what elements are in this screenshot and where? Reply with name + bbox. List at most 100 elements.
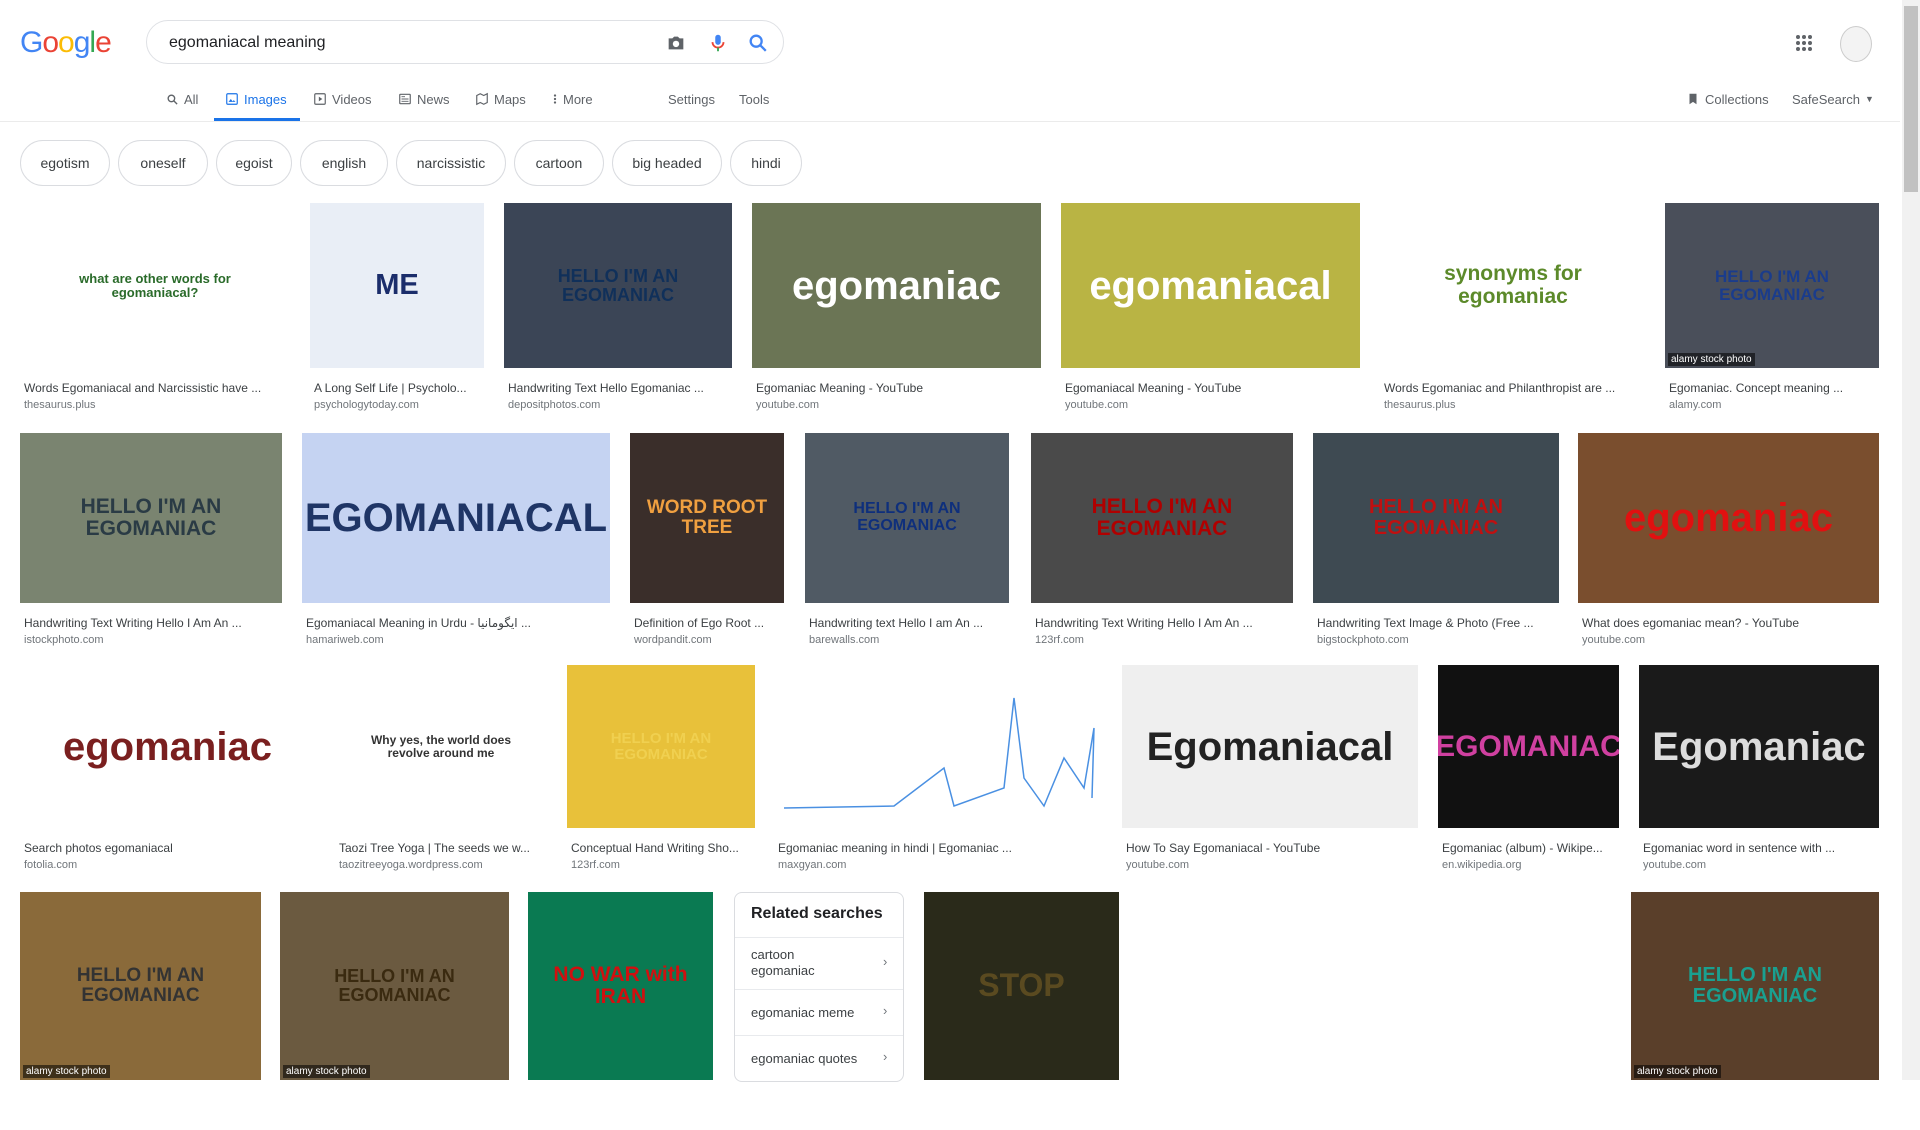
search-icon[interactable] xyxy=(747,32,769,54)
result-thumbnail[interactable]: Why yes, the world does revolve around m… xyxy=(335,665,547,828)
chip-cartoon[interactable]: cartoon xyxy=(514,140,604,186)
result-thumbnail[interactable]: HELLO I'M AN EGOMANIAC xyxy=(504,203,732,368)
scrollbar-thumb[interactable] xyxy=(1904,6,1918,192)
result-title[interactable]: How To Say Egomaniacal - YouTube xyxy=(1126,841,1414,855)
result-source[interactable]: istockphoto.com xyxy=(24,634,103,646)
image-result[interactable]: synonyms for egomaniac Words Egomaniac an… xyxy=(1380,203,1646,418)
result-source[interactable]: youtube.com xyxy=(1643,859,1706,871)
result-source[interactable]: en.wikipedia.org xyxy=(1442,859,1522,871)
image-result[interactable]: HELLO I'M AN EGOMANIAC Handwriting Text H… xyxy=(504,203,732,418)
image-result[interactable]: HELLO I'M AN EGOMANIAC Conceptual Hand Wr… xyxy=(567,665,755,878)
google-logo[interactable]: Google xyxy=(20,26,112,60)
result-source[interactable]: 123rf.com xyxy=(1035,634,1084,646)
result-thumbnail[interactable]: HELLO I'M AN EGOMANIAC alamy stock photo xyxy=(280,892,509,1080)
account-avatar[interactable] xyxy=(1840,26,1872,62)
chip-narcissistic[interactable]: narcissistic xyxy=(396,140,506,186)
chip-hindi[interactable]: hindi xyxy=(730,140,802,186)
tab-all[interactable]: All xyxy=(166,90,198,108)
image-result[interactable]: STOP xyxy=(924,892,1119,1130)
related-item[interactable]: cartoon egomaniac › xyxy=(735,937,903,989)
image-result[interactable]: ME A Long Self Life | Psycholo... psycholo… xyxy=(310,203,484,418)
result-thumbnail[interactable]: synonyms for egomaniac xyxy=(1380,203,1646,368)
related-item[interactable]: egomaniac quotes › xyxy=(735,1035,903,1081)
result-source[interactable]: barewalls.com xyxy=(809,634,879,646)
result-thumbnail[interactable]: HELLO I'M AN EGOMANIAC xyxy=(567,665,755,828)
result-title[interactable]: Taozi Tree Yoga | The seeds we w... xyxy=(339,841,543,855)
result-title[interactable]: Definition of Ego Root ... xyxy=(634,616,780,630)
microphone-icon[interactable] xyxy=(707,32,729,54)
image-result[interactable] xyxy=(1353,892,1613,1130)
result-source[interactable]: bigstockphoto.com xyxy=(1317,634,1409,646)
image-result[interactable]: EGOMANIAC Egomaniac (album) - Wikipe... en… xyxy=(1438,665,1619,878)
search-box[interactable] xyxy=(146,20,784,64)
tab-tools[interactable]: Tools xyxy=(739,90,769,108)
tab-videos[interactable]: Videos xyxy=(313,90,372,108)
result-title[interactable]: Words Egomaniacal and Narcissistic have … xyxy=(24,381,286,395)
result-title[interactable]: Egomaniac. Concept meaning ... xyxy=(1669,381,1875,395)
result-thumbnail[interactable]: what are other words for egomaniacal? xyxy=(20,203,290,368)
image-result[interactable]: WORD ROOT TREE Definition of Ego Root ...… xyxy=(630,433,784,653)
result-thumbnail[interactable]: EGOMANIAC xyxy=(1438,665,1619,828)
result-source[interactable]: taozitreeyoga.wordpress.com xyxy=(339,859,483,871)
result-thumbnail[interactable]: egomaniacal xyxy=(1061,203,1360,368)
image-result[interactable]: Egomaniac Egomaniac word in sentence with… xyxy=(1639,665,1879,878)
chip-egotism[interactable]: egotism xyxy=(20,140,110,186)
image-result[interactable]: egomaniac What does egomaniac mean? - You… xyxy=(1578,433,1879,653)
result-thumbnail[interactable]: WORD ROOT TREE xyxy=(630,433,784,603)
result-source[interactable]: wordpandit.com xyxy=(634,634,712,646)
result-title[interactable]: Handwriting Text Image & Photo (Free ... xyxy=(1317,616,1555,630)
result-title[interactable]: Search photos egomaniacal xyxy=(24,841,311,855)
result-title[interactable]: Egomaniac meaning in hindi | Egomaniac .… xyxy=(778,841,1098,855)
result-thumbnail[interactable]: HELLO I'M AN EGOMANIAC xyxy=(1313,433,1559,603)
result-title[interactable]: A Long Self Life | Psycholo... xyxy=(314,381,480,395)
image-result[interactable]: egomaniac Egomaniac Meaning - YouTube yout… xyxy=(752,203,1041,418)
result-thumbnail[interactable] xyxy=(1353,892,1613,1080)
result-source[interactable]: fotolia.com xyxy=(24,859,77,871)
result-source[interactable]: 123rf.com xyxy=(571,859,620,871)
result-title[interactable]: Egomaniac word in sentence with ... xyxy=(1643,841,1875,855)
result-thumbnail[interactable]: egomaniac xyxy=(1578,433,1879,603)
result-thumbnail[interactable]: NO WAR with IRAN xyxy=(528,892,713,1080)
result-title[interactable]: Handwriting Text Hello Egomaniac ... xyxy=(508,381,728,395)
camera-icon[interactable] xyxy=(665,32,687,54)
result-title[interactable]: Egomaniacal Meaning in Urdu - ایگومانیا … xyxy=(306,616,606,630)
image-result[interactable]: HELLO I'M AN EGOMANIAC Handwriting text H… xyxy=(805,433,1009,653)
image-result[interactable]: HELLO I'M AN EGOMANIAC Handwriting Text I… xyxy=(1313,433,1559,653)
tab-news[interactable]: News xyxy=(398,90,450,108)
result-source[interactable]: thesaurus.plus xyxy=(24,399,96,411)
tab-settings[interactable]: Settings xyxy=(668,90,715,108)
result-title[interactable]: Egomaniacal Meaning - YouTube xyxy=(1065,381,1356,395)
result-thumbnail[interactable]: HELLO I'M AN EGOMANIAC alamy stock photo xyxy=(1665,203,1879,368)
result-source[interactable]: thesaurus.plus xyxy=(1384,399,1456,411)
chip-big-headed[interactable]: big headed xyxy=(612,140,722,186)
image-result[interactable]: egomaniacal Egomaniacal Meaning - YouTube… xyxy=(1061,203,1360,418)
image-result[interactable]: egomaniac Search photos egomaniacal fotoli… xyxy=(20,665,315,878)
apps-grid-icon[interactable] xyxy=(1795,34,1813,52)
result-source[interactable]: depositphotos.com xyxy=(508,399,600,411)
result-source[interactable]: youtube.com xyxy=(756,399,819,411)
result-thumbnail[interactable]: egomaniac xyxy=(752,203,1041,368)
search-input[interactable] xyxy=(167,31,651,55)
result-title[interactable]: Words Egomaniac and Philanthropist are .… xyxy=(1384,381,1642,395)
result-thumbnail[interactable]: HELLO I'M AN EGOMANIAC xyxy=(805,433,1009,603)
result-thumbnail[interactable]: STOP xyxy=(924,892,1119,1080)
result-thumbnail[interactable]: HELLO I'M AN EGOMANIAC xyxy=(20,433,282,603)
tab-maps[interactable]: Maps xyxy=(475,90,526,108)
image-result[interactable]: HELLO I'M AN EGOMANIAC alamy stock photo E… xyxy=(1665,203,1879,418)
image-result[interactable]: HELLO I'M AN EGOMANIAC alamy stock photo xyxy=(280,892,509,1130)
image-result[interactable]: HELLO I'M AN EGOMANIAC alamy stock photo xyxy=(20,892,261,1130)
chip-english[interactable]: english xyxy=(300,140,388,186)
tab-more[interactable]: More xyxy=(552,90,593,108)
image-result[interactable]: Why yes, the world does revolve around m… xyxy=(335,665,547,878)
collections-link[interactable]: Collections xyxy=(1686,90,1769,108)
result-title[interactable]: Handwriting Text Writing Hello I Am An .… xyxy=(1035,616,1289,630)
result-thumbnail[interactable]: Egomaniac xyxy=(1639,665,1879,828)
image-result[interactable]: HELLO I'M AN EGOMANIAC Handwriting Text W… xyxy=(20,433,282,653)
chip-oneself[interactable]: oneself xyxy=(118,140,208,186)
result-thumbnail[interactable]: ME xyxy=(310,203,484,368)
result-title[interactable]: Conceptual Hand Writing Sho... xyxy=(571,841,751,855)
result-source[interactable]: youtube.com xyxy=(1126,859,1189,871)
image-result[interactable]: HELLO I'M AN EGOMANIAC Handwriting Text W… xyxy=(1031,433,1293,653)
result-source[interactable]: alamy.com xyxy=(1669,399,1721,411)
result-thumbnail[interactable] xyxy=(1138,892,1333,1080)
